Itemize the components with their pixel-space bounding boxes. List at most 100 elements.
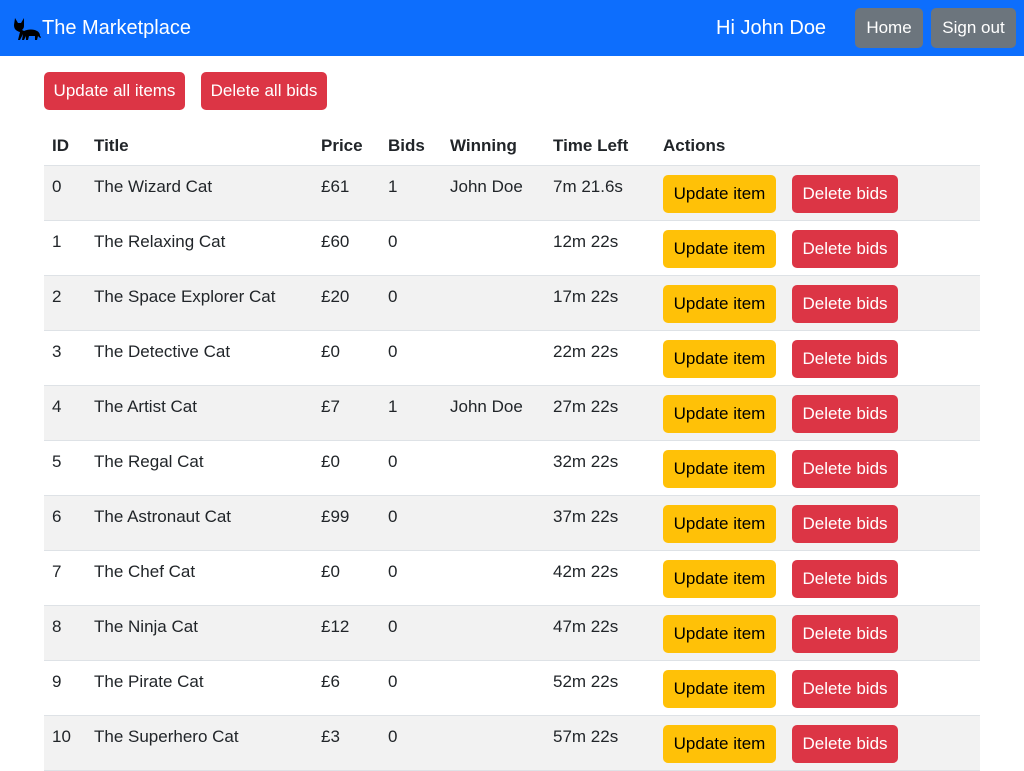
cell-title: The Pirate Cat xyxy=(94,672,204,691)
user-greeting: Hi John Doe xyxy=(716,17,827,39)
delete-bids-button[interactable]: Delete bids xyxy=(792,340,898,378)
cell-time-left: 52m 22s xyxy=(553,672,619,691)
cat-icon xyxy=(14,18,41,40)
update-item-button[interactable]: Update item xyxy=(663,230,776,268)
header-actions: Actions xyxy=(663,136,726,155)
table-row: 2 The Space Explorer Cat £20 0 17m 22s Update… xyxy=(44,276,980,331)
cell-price: £60 xyxy=(321,232,350,251)
cell-bids: 0 xyxy=(388,287,398,306)
update-item-button[interactable]: Update item xyxy=(663,450,776,488)
table-row: 1 The Relaxing Cat £60 0 12m 22s Update item D… xyxy=(44,221,980,276)
cell-id: 7 xyxy=(52,562,62,581)
cell-title: The Astronaut Cat xyxy=(94,507,232,526)
table-row: 8 The Ninja Cat £12 0 47m 22s Update item Dele… xyxy=(44,606,980,661)
delete-bids-button[interactable]: Delete bids xyxy=(792,230,898,268)
cell-price: £0 xyxy=(321,452,340,471)
cell-price: £20 xyxy=(321,287,350,306)
cell-time-left: 17m 22s xyxy=(553,287,619,306)
header-time-left: Time Left xyxy=(553,136,629,155)
table-row: 6 The Astronaut Cat £99 0 37m 22s Update item… xyxy=(44,496,980,551)
cell-id: 3 xyxy=(52,342,62,361)
cell-price: £3 xyxy=(321,727,340,746)
table-row: 5 The Regal Cat £0 0 32m 22s Update item Delet… xyxy=(44,441,980,496)
cell-time-left: 27m 22s xyxy=(553,397,619,416)
header-winning: Winning xyxy=(450,136,517,155)
update-item-button[interactable]: Update item xyxy=(663,615,776,653)
cell-bids: 0 xyxy=(388,342,398,361)
header-price: Price xyxy=(321,136,363,155)
cell-price: £61 xyxy=(321,177,350,196)
cell-bids: 0 xyxy=(388,452,398,471)
delete-bids-button[interactable]: Delete bids xyxy=(792,175,898,213)
update-item-button[interactable]: Update item xyxy=(663,395,776,433)
delete-bids-button[interactable]: Delete bids xyxy=(792,505,898,543)
items-table: ID Title Price Bids Winning Time Left Ac… xyxy=(44,126,980,771)
table-row: 0 The Wizard Cat £61 1 John Doe 7m 21.6s Updat… xyxy=(44,166,980,221)
delete-bids-button[interactable]: Delete bids xyxy=(792,725,898,763)
update-item-button[interactable]: Update item xyxy=(663,560,776,598)
cell-id: 1 xyxy=(52,232,62,251)
delete-bids-button[interactable]: Delete bids xyxy=(792,285,898,323)
table-body: 0 The Wizard Cat £61 1 John Doe 7m 21.6s Updat… xyxy=(44,166,980,771)
delete-all-bids-button[interactable]: Delete all bids xyxy=(201,72,327,110)
navbar: The Marketplace Hi John Doe Home Sign ou… xyxy=(0,0,1024,56)
sign-out-button[interactable]: Sign out xyxy=(931,8,1016,48)
cell-winning: John Doe xyxy=(450,397,523,416)
delete-bids-button[interactable]: Delete bids xyxy=(792,615,898,653)
delete-bids-button[interactable]: Delete bids xyxy=(792,560,898,598)
cell-time-left: 37m 22s xyxy=(553,507,619,526)
cell-time-left: 22m 22s xyxy=(553,342,619,361)
table-row: 7 The Chef Cat £0 0 42m 22s Update item Delete… xyxy=(44,551,980,606)
delete-bids-button[interactable]: Delete bids xyxy=(792,450,898,488)
cell-id: 4 xyxy=(52,397,62,416)
cell-id: 8 xyxy=(52,617,62,636)
update-item-button[interactable]: Update item xyxy=(663,505,776,543)
cell-bids: 0 xyxy=(388,232,398,251)
table-row: 9 The Pirate Cat £6 0 52m 22s Update item Dele… xyxy=(44,661,980,716)
cell-title: The Ninja Cat xyxy=(94,617,198,636)
cell-time-left: 47m 22s xyxy=(553,617,619,636)
cell-id: 5 xyxy=(52,452,62,471)
cell-winning: John Doe xyxy=(450,177,523,196)
table-row: 4 The Artist Cat £7 1 John Doe 27m 22s Update … xyxy=(44,386,980,441)
cell-id: 9 xyxy=(52,672,62,691)
cell-id: 0 xyxy=(52,177,62,196)
update-item-button[interactable]: Update item xyxy=(663,725,776,763)
cell-time-left: 7m 21.6s xyxy=(553,177,623,196)
cell-price: £0 xyxy=(321,342,340,361)
update-all-items-button[interactable]: Update all items xyxy=(44,72,185,110)
cell-title: The Superhero Cat xyxy=(94,727,239,746)
cell-time-left: 32m 22s xyxy=(553,452,619,471)
cell-bids: 0 xyxy=(388,617,398,636)
table-row: 3 The Detective Cat £0 0 22m 22s Update item D… xyxy=(44,331,980,386)
cell-time-left: 12m 22s xyxy=(553,232,619,251)
table-header: ID Title Price Bids Winning Time Left Ac… xyxy=(44,126,980,166)
header-title: Title xyxy=(94,136,129,155)
cell-price: £7 xyxy=(321,397,340,416)
cell-bids: 0 xyxy=(388,672,398,691)
cell-bids: 0 xyxy=(388,562,398,581)
cell-price: £0 xyxy=(321,562,340,581)
cell-title: The Artist Cat xyxy=(94,397,197,416)
header-bids: Bids xyxy=(388,136,425,155)
update-item-button[interactable]: Update item xyxy=(663,175,776,213)
cell-bids: 0 xyxy=(388,507,398,526)
cell-price: £6 xyxy=(321,672,340,691)
update-item-button[interactable]: Update item xyxy=(663,340,776,378)
cell-title: The Detective Cat xyxy=(94,342,231,361)
update-item-button[interactable]: Update item xyxy=(663,670,776,708)
cell-title: The Chef Cat xyxy=(94,562,196,581)
cell-price: £12 xyxy=(321,617,350,636)
cell-bids: 0 xyxy=(388,727,398,746)
home-button[interactable]: Home xyxy=(855,8,923,48)
cell-bids: 1 xyxy=(388,177,398,196)
cell-id: 2 xyxy=(52,287,62,306)
brand-title: The Marketplace xyxy=(42,16,191,39)
cell-title: The Regal Cat xyxy=(94,452,204,471)
brand-link[interactable]: The Marketplace xyxy=(12,0,191,56)
delete-bids-button[interactable]: Delete bids xyxy=(792,670,898,708)
cell-time-left: 57m 22s xyxy=(553,727,619,746)
update-item-button[interactable]: Update item xyxy=(663,285,776,323)
cell-id: 10 xyxy=(52,727,71,746)
delete-bids-button[interactable]: Delete bids xyxy=(792,395,898,433)
